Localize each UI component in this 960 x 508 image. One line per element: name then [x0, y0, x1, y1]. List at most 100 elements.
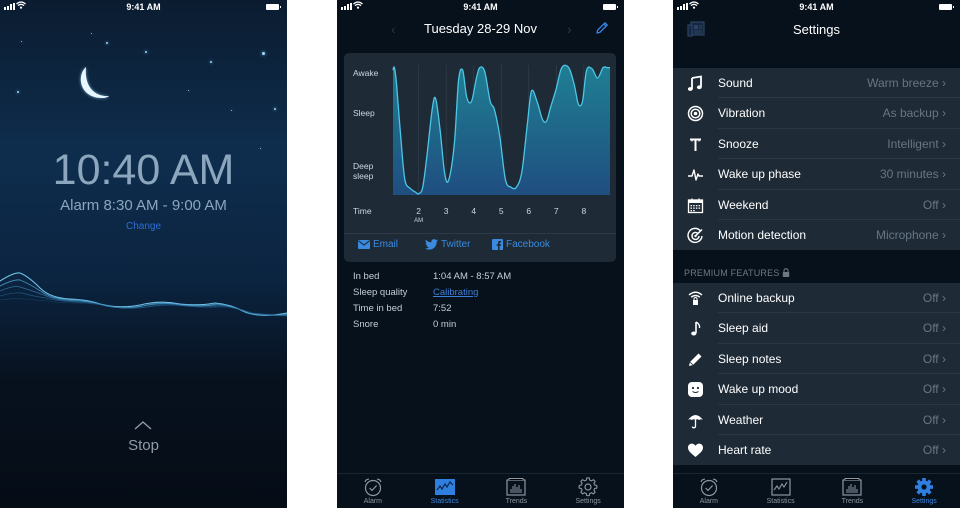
tab-alarm[interactable]: Alarm: [673, 474, 745, 508]
setting-label: Online backup: [718, 291, 795, 305]
setting-snooze[interactable]: Snooze Intelligent ›: [673, 129, 960, 160]
x-tick-label: 8: [581, 206, 586, 216]
date-navigator: ‹ Tuesday 28-29 Nov ›: [337, 18, 624, 42]
y-label-sleep: Sleep: [353, 108, 375, 118]
chevron-up-icon[interactable]: [133, 420, 153, 430]
tab-label: Alarm: [699, 498, 719, 505]
tab-label: Trends: [505, 498, 528, 505]
alarm-clock-icon: [364, 478, 382, 497]
tab-label: Settings: [911, 498, 937, 505]
setting-heart-rate[interactable]: Heart rate Off ›: [673, 435, 960, 465]
change-alarm-link[interactable]: Change: [0, 221, 287, 232]
setting-value: Off ›: [922, 197, 946, 212]
sound-wave-graphic: [0, 272, 287, 317]
tab-trends[interactable]: Trends: [481, 474, 553, 508]
detail-row-sleep-quality: Sleep quality Calibrating: [353, 284, 511, 300]
setting-label: Wake up phase: [718, 167, 801, 182]
gear-icon: [578, 477, 598, 497]
setting-motion-detection[interactable]: Motion detection Microphone ›: [673, 220, 960, 250]
status-bar: 9:41 AM: [337, 0, 624, 14]
share-facebook-button[interactable]: Facebook: [492, 239, 550, 250]
detail-row-time-in-bed: Time in bed 7:52: [353, 300, 511, 316]
tab-label: Settings: [575, 498, 601, 505]
status-time: 9:41 AM: [463, 2, 498, 12]
setting-value: Off ›: [922, 291, 946, 305]
section-title: PREMIUM FEATURES: [684, 268, 780, 278]
setting-wake-up-phase[interactable]: Wake up phase 30 minutes ›: [673, 159, 960, 190]
setting-value: 30 minutes ›: [879, 167, 946, 182]
sleep-quality-link[interactable]: Calibrating: [433, 287, 478, 298]
twitter-icon: [425, 239, 438, 250]
star-icon: [91, 33, 92, 34]
setting-weekend[interactable]: Weekend Off ›: [673, 190, 960, 220]
battery-icon: [603, 4, 618, 10]
star-icon: [188, 90, 189, 91]
setting-online-backup[interactable]: Online backup Off ›: [673, 283, 960, 314]
share-twitter-button[interactable]: Twitter: [425, 239, 470, 250]
share-twitter-label: Twitter: [441, 239, 471, 250]
radar-icon: [687, 227, 703, 244]
share-email-label: Email: [373, 239, 399, 250]
tab-statistics[interactable]: Statistics: [745, 474, 817, 508]
chevron-right-icon[interactable]: ›: [567, 21, 572, 37]
tab-label: Statistics: [766, 498, 795, 505]
tab-alarm[interactable]: Alarm: [337, 474, 409, 508]
star-icon: [17, 91, 19, 93]
settings-premium-group: Online backup Off › Sleep aid Off › Slee…: [673, 283, 960, 466]
detail-key: Time in bed: [353, 302, 403, 314]
pencil-icon: [689, 353, 702, 366]
stop-button[interactable]: Stop: [0, 437, 287, 454]
starfield: [0, 0, 287, 508]
setting-label: Sleep notes: [718, 351, 782, 366]
tab-trends[interactable]: Trends: [817, 474, 889, 508]
setting-label: Vibration: [718, 106, 766, 121]
tab-settings[interactable]: Settings: [888, 474, 960, 508]
setting-sleep-notes[interactable]: Sleep notes Off ›: [673, 344, 960, 375]
setting-sleep-aid[interactable]: Sleep aid Off ›: [673, 313, 960, 344]
status-time: 9:41 AM: [799, 2, 834, 12]
setting-value: Off ›: [922, 412, 946, 427]
smiley-icon: [688, 382, 703, 398]
x-tick-label: 5: [499, 206, 504, 216]
setting-label: Sound: [718, 76, 753, 90]
x-tick-label: 4: [471, 206, 476, 216]
setting-label: Motion detection: [718, 227, 807, 242]
tab-settings[interactable]: Settings: [552, 474, 624, 508]
detail-value: 1:04 AM - 8:57 AM: [433, 270, 512, 282]
tab-label: Trends: [841, 498, 864, 505]
setting-value: Microphone ›: [875, 227, 946, 242]
snooze-icon: [690, 138, 701, 151]
music-note-icon: [687, 75, 702, 91]
vibration-icon: [687, 106, 704, 122]
share-email-button[interactable]: Email: [358, 239, 398, 250]
star-icon: [262, 52, 265, 55]
x-tick-label: 7: [554, 206, 559, 216]
detail-row-snore: Snore 0 min: [353, 316, 511, 332]
star-icon: [106, 42, 108, 44]
setting-vibration[interactable]: Vibration As backup ›: [673, 98, 960, 129]
music-note-single-icon: [691, 321, 701, 336]
star-icon: [231, 110, 232, 111]
detail-value: 7:52: [433, 302, 452, 314]
pencil-icon[interactable]: [594, 20, 610, 36]
umbrella-icon: [688, 414, 703, 429]
y-label-word: Deep: [353, 161, 374, 171]
detail-row-in-bed: In bed 1:04 AM - 8:57 AM: [353, 268, 511, 284]
statistics-screen: 9:41 AM ‹ Tuesday 28-29 Nov › 2 AM 3 4 5 6 7 8 …: [337, 0, 624, 508]
wifi-lock-icon: [688, 291, 703, 305]
trends-icon: [506, 478, 526, 496]
setting-value: Intelligent ›: [887, 136, 946, 151]
status-bar: 9:41 AM: [673, 0, 960, 14]
setting-sound[interactable]: Sound Warm breeze ›: [673, 68, 960, 99]
setting-label: Snooze: [718, 136, 759, 151]
detail-value: 0 min: [433, 318, 457, 330]
setting-weather[interactable]: Weather Off ›: [673, 405, 960, 435]
sleep-details: In bed 1:04 AM - 8:57 AM Sleep quality C…: [353, 268, 511, 332]
trends-icon: [842, 478, 862, 496]
setting-wake-up-mood[interactable]: Wake up mood Off ›: [673, 374, 960, 405]
setting-value: Off ›: [922, 442, 946, 457]
detail-key: In bed: [353, 270, 380, 282]
calendar-icon: [687, 198, 704, 213]
tab-statistics[interactable]: Statistics: [409, 474, 481, 508]
pulse-icon: [688, 169, 703, 181]
